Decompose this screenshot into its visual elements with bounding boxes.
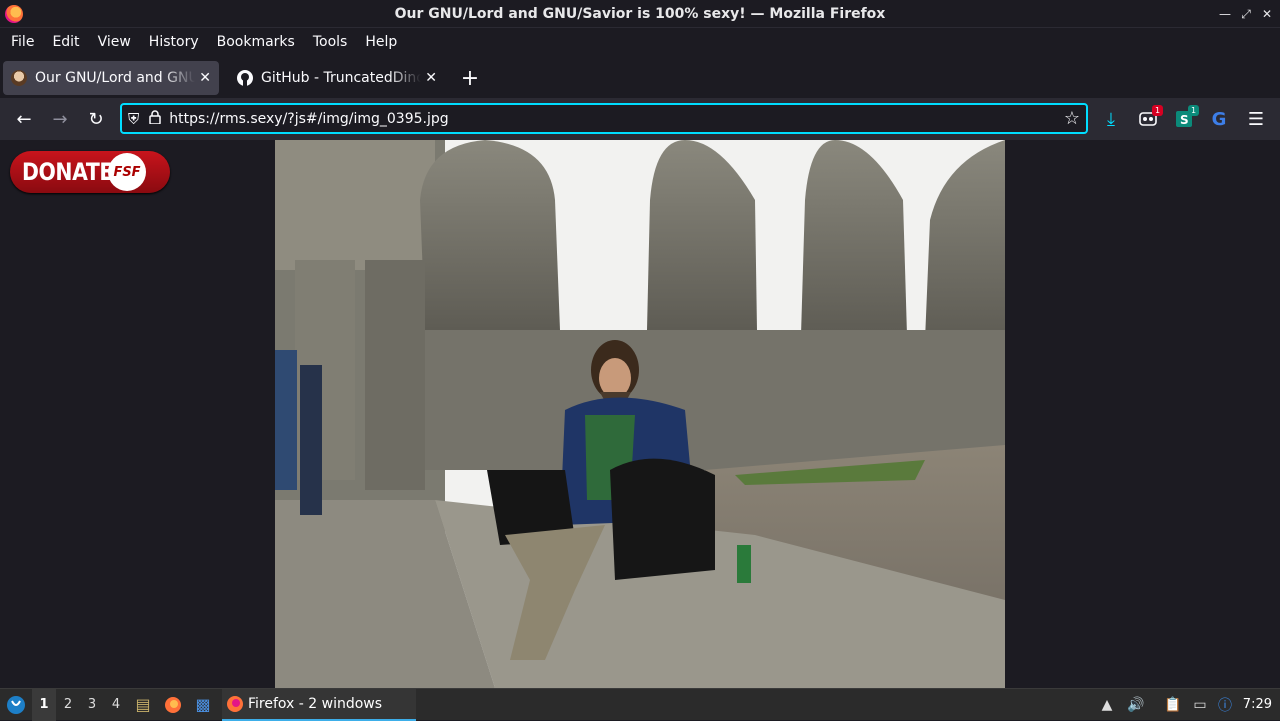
svg-text:S: S [1180, 113, 1189, 127]
download-icon[interactable]: ⤓ [1093, 98, 1129, 140]
start-menu-icon[interactable] [0, 689, 32, 721]
close-tab-icon[interactable]: ✕ [199, 70, 211, 86]
donate-button[interactable]: DONATE FSF [10, 151, 170, 193]
desktop-icon[interactable]: ▩ [188, 689, 218, 721]
navigation-toolbar: ← → ↻ ⛨ https://rms.sexy/?js#/img/img_03… [0, 98, 1280, 140]
menu-edit[interactable]: Edit [45, 34, 86, 50]
menu-bookmarks[interactable]: Bookmarks [210, 34, 302, 50]
rms-favicon [11, 70, 27, 86]
tab-label: GitHub - TruncatedDinosour [261, 70, 422, 86]
back-button[interactable]: ← [6, 103, 42, 135]
menu-file[interactable]: File [4, 34, 41, 50]
bookmark-star-icon[interactable]: ☆ [1064, 108, 1080, 129]
task-label: Firefox - 2 windows [248, 696, 383, 712]
minimize-icon[interactable]: — [1214, 0, 1236, 28]
tab-rms-sexy[interactable]: Our GNU/Lord and GNU/Savior is 100% sexy… [3, 61, 219, 95]
donate-label: DONATE [22, 158, 113, 186]
workspace-4[interactable]: 4 [104, 689, 128, 721]
taskbar-firefox-task[interactable]: Firefox - 2 windows [222, 689, 416, 721]
workspace-3[interactable]: 3 [80, 689, 104, 721]
fsf-logo: FSF [108, 153, 146, 191]
extension-badge: 1 [1188, 105, 1199, 116]
rms-photo[interactable] [275, 140, 1005, 688]
menu-help[interactable]: Help [358, 34, 404, 50]
extension-badge: 1 [1152, 105, 1163, 116]
page-content: DONATE FSF [0, 140, 1280, 688]
menu-view[interactable]: View [91, 34, 138, 50]
tray-arrow-icon[interactable]: ▲ [1098, 696, 1116, 714]
forward-button[interactable]: → [42, 103, 78, 135]
firefox-icon[interactable] [5, 5, 23, 23]
ublock-extension-icon[interactable]: 1 [1130, 98, 1166, 140]
extension-icon[interactable]: S 1 [1166, 98, 1202, 140]
volume-icon[interactable]: 🔊 [1127, 696, 1145, 714]
url-text[interactable]: https://rms.sexy/?js#/img/img_0395.jpg [169, 111, 448, 127]
network-icon[interactable]: ▭ [1191, 696, 1209, 714]
workspace-1[interactable]: 1 [32, 688, 56, 721]
firefox-launcher-icon[interactable] [158, 689, 188, 721]
menu-tools[interactable]: Tools [306, 34, 355, 50]
tab-github[interactable]: GitHub - TruncatedDinosour ✕ [229, 61, 445, 95]
menu-bar: File Edit View History Bookmarks Tools H… [0, 28, 1280, 56]
workspace-2[interactable]: 2 [56, 689, 80, 721]
lock-icon[interactable] [149, 109, 162, 128]
menu-history[interactable]: History [142, 34, 206, 50]
clipboard-icon[interactable]: 📋 [1164, 696, 1182, 714]
maximize-icon[interactable]: ⤢ [1235, 0, 1257, 28]
tab-label: Our GNU/Lord and GNU/Savior is 100% sexy… [35, 70, 196, 86]
new-tab-button[interactable]: + [455, 66, 485, 91]
shield-icon[interactable]: ⛨ [128, 110, 139, 128]
clock[interactable]: 7:29 [1243, 689, 1272, 721]
grammar-extension-icon[interactable]: G [1201, 98, 1237, 140]
hamburger-menu-icon[interactable]: ☰ [1238, 98, 1274, 140]
close-icon[interactable]: ✕ [1256, 0, 1278, 28]
window-titlebar: Our GNU/Lord and GNU/Savior is 100% sexy… [0, 0, 1280, 28]
file-manager-icon[interactable]: ▤ [128, 689, 158, 721]
firefox-icon [227, 696, 243, 712]
close-tab-icon[interactable]: ✕ [425, 70, 437, 86]
reload-button[interactable]: ↻ [78, 103, 114, 135]
window-title: Our GNU/Lord and GNU/Savior is 100% sexy… [394, 5, 886, 22]
tab-bar: Our GNU/Lord and GNU/Savior is 100% sexy… [0, 58, 1280, 98]
url-bar[interactable]: ⛨ https://rms.sexy/?js#/img/img_0395.jpg… [120, 103, 1088, 134]
notification-icon[interactable]: ⓘ [1216, 696, 1234, 714]
taskbar: 1 2 3 4 ▤ ▩ Firefox - 2 windows ▲ 🔊 📋 ▭ … [0, 688, 1280, 721]
github-icon [237, 70, 253, 86]
